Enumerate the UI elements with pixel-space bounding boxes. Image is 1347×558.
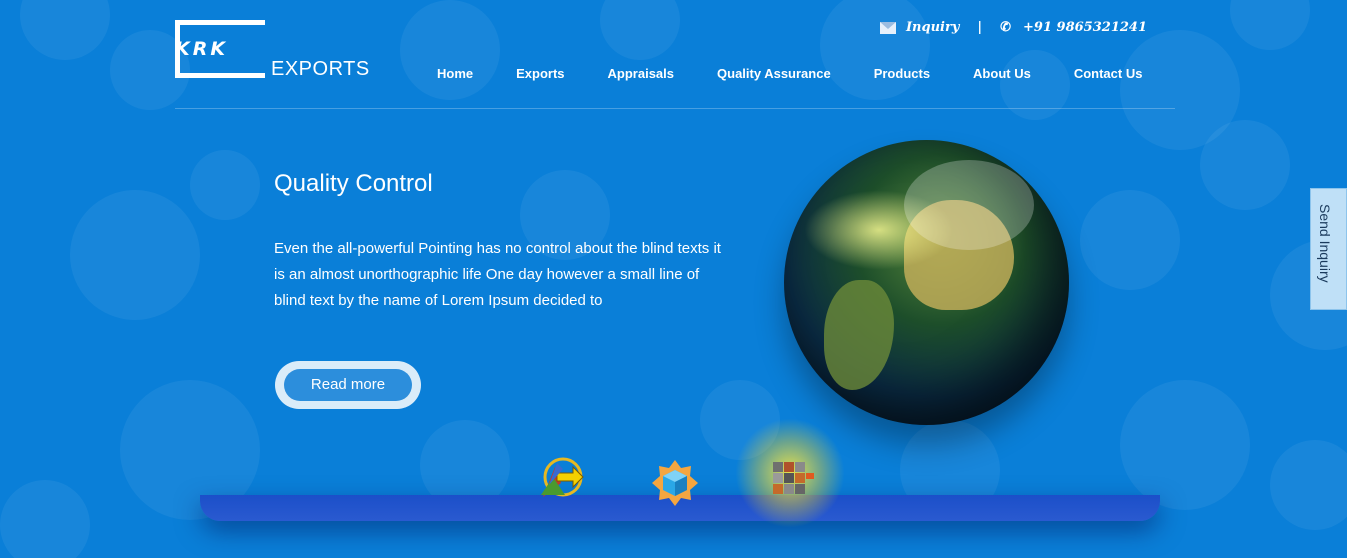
cubes-icon[interactable] [765,452,815,502]
phone-number[interactable]: +91 9865321241 [1023,20,1147,35]
read-more-label: Read more [284,369,412,401]
nav-contact-us[interactable]: Contact Us [1074,66,1143,81]
send-inquiry-tab[interactable]: Send Inquiry [1310,188,1347,310]
nav-products[interactable]: Products [874,66,930,81]
arrows-icon[interactable] [535,455,585,505]
nav-exports[interactable]: Exports [516,66,564,81]
cube-gear-icon[interactable] [650,458,700,508]
nav-home[interactable]: Home [437,66,473,81]
read-more-button[interactable]: Read more [275,361,421,409]
nav-about-us[interactable]: About Us [973,66,1031,81]
send-inquiry-label: Send Inquiry [1317,204,1333,283]
topbar: Inquiry | ✆ +91 9865321241 [879,20,1147,35]
logo-name: EXPORTS [271,58,370,80]
topbar-separator: | [977,20,983,35]
mail-icon [879,21,896,34]
inquiry-link[interactable]: Inquiry [906,20,959,35]
phone-icon: ✆ [1000,20,1012,35]
nav-quality-assurance[interactable]: Quality Assurance [717,66,831,81]
globe-image [784,140,1074,430]
logo[interactable]: KRK EXPORTS [175,20,375,80]
nav-appraisals[interactable]: Appraisals [608,66,674,81]
logo-mark: KRK [175,38,229,60]
main-nav: Home Exports Appraisals Quality Assuranc… [437,66,1185,81]
hero-text: Even the all-powerful Pointing has no co… [274,240,721,309]
hero-title: Quality Control [274,170,433,197]
nav-divider [175,108,1175,109]
